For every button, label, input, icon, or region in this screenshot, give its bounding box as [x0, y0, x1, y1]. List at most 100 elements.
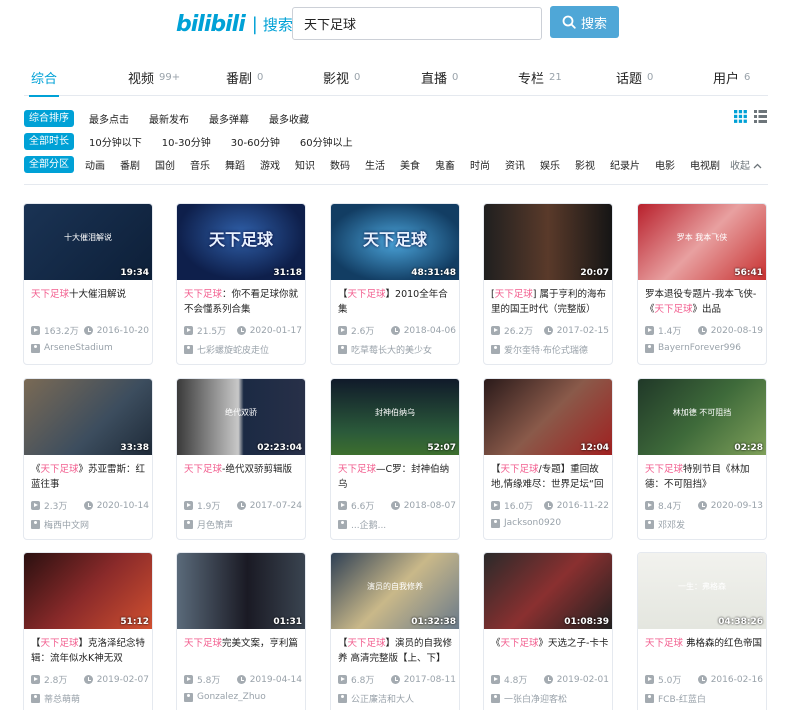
site-logo[interactable]: bilibili | 搜索: [176, 12, 293, 37]
video-thumbnail[interactable]: 一生：弗格森 04:38:26: [638, 553, 766, 629]
filter-duration-item[interactable]: 10分钟以下: [89, 134, 142, 149]
video-thumbnail[interactable]: 罗本 我本飞侠 56:41: [638, 204, 766, 280]
video-thumbnail[interactable]: 01:31: [177, 553, 305, 629]
search-input[interactable]: 天下足球: [292, 7, 542, 40]
video-title[interactable]: 天下足球—C罗：封神伯纳乌: [338, 462, 456, 492]
filter-zone-item[interactable]: 番剧: [120, 157, 140, 172]
video-thumbnail[interactable]: 01:08:39: [484, 553, 612, 629]
uploader[interactable]: Gonzalez_Zhuo: [184, 692, 302, 702]
filter-zone-item[interactable]: 游戏: [260, 157, 280, 172]
filter-duration-item[interactable]: 30-60分钟: [231, 134, 280, 149]
filter-zone-item[interactable]: 影视: [575, 157, 595, 172]
filter-zone-item[interactable]: 娱乐: [540, 157, 560, 172]
filter-zone-item[interactable]: 知识: [295, 157, 315, 172]
filter-zone-item[interactable]: 鬼畜: [435, 157, 455, 172]
video-card[interactable]: 罗本 我本飞侠 56:41 罗本退役专题片-我本飞侠-《天下足球》出品 1.4万 202…: [637, 203, 767, 365]
video-thumbnail[interactable]: 演员的自我修养 01:32:38: [331, 553, 459, 629]
filter-zone-item[interactable]: 舞蹈: [225, 157, 245, 172]
uploader[interactable]: 公正廉洁和大人: [338, 692, 456, 705]
filter-zone-item[interactable]: 纪录片: [610, 157, 640, 172]
filter-duration-item[interactable]: 10-30分钟: [162, 134, 211, 149]
tab-all[interactable]: 综合: [28, 58, 60, 97]
uploader[interactable]: 蒂总萌萌: [31, 692, 149, 705]
video-title[interactable]: 【天下足球/专题】重回故地,情缘难尽：世界足坛“回: [491, 462, 609, 492]
video-thumbnail[interactable]: 51:12: [24, 553, 152, 629]
filter-zone-item[interactable]: 电影: [655, 157, 675, 172]
uploader[interactable]: 七彩螺旋蛇皮走位: [184, 343, 302, 356]
search-button[interactable]: 搜索: [550, 6, 619, 38]
video-card[interactable]: 十大催泪解说 19:34 天下足球十大催泪解说 163.2万 2016-10-20 Ars…: [23, 203, 153, 365]
tab-live[interactable]: 直播 0: [421, 58, 458, 96]
video-title[interactable]: 天下足球 弗格森的红色帝国: [645, 636, 763, 666]
filter-zone-item[interactable]: 动画: [85, 157, 105, 172]
video-title[interactable]: 【天下足球】演员的自我修养 高清完整版【上、下】: [338, 636, 456, 666]
uploader[interactable]: 吃草莓长大的美少女: [338, 343, 456, 356]
uploader[interactable]: Jackson0920: [491, 518, 609, 528]
tab-article[interactable]: 专栏 21: [518, 58, 562, 96]
video-card[interactable]: 天下足球 48:31:48 【天下足球】2010全年合集 2.6万 2018-04-06…: [330, 203, 460, 365]
filter-zone-item[interactable]: 电视剧: [690, 157, 720, 172]
uploader[interactable]: 爱尔奎特·布伦式瑞德: [491, 343, 609, 356]
filter-zone-item[interactable]: 时尚: [470, 157, 490, 172]
filter-order-item[interactable]: 最多弹幕: [209, 111, 249, 126]
filter-zone-item[interactable]: 音乐: [190, 157, 210, 172]
video-card[interactable]: 12:04 【天下足球/专题】重回故地,情缘难尽：世界足坛“回 16.0万 2016-…: [483, 378, 613, 540]
video-thumbnail[interactable]: 天下足球 31:18: [177, 204, 305, 280]
tab-user[interactable]: 用户 6: [713, 58, 750, 96]
filter-order-item[interactable]: 最新发布: [149, 111, 189, 126]
filter-zone-item[interactable]: 资讯: [505, 157, 525, 172]
uploader[interactable]: 月色箫声: [184, 518, 302, 531]
filter-zone-item[interactable]: 数码: [330, 157, 350, 172]
video-title[interactable]: 【天下足球】克洛泽纪念特辑：流年似水K神无双: [31, 636, 149, 666]
tab-video[interactable]: 视频 99+: [128, 58, 180, 96]
video-title[interactable]: 【天下足球】2010全年合集: [338, 287, 456, 317]
video-card[interactable]: 01:31 天下足球完美文案，亨利篇 5.8万 2019-04-14 Gonzalez_…: [176, 552, 306, 710]
video-thumbnail[interactable]: 绝代双骄 02:23:04: [177, 379, 305, 455]
video-thumbnail[interactable]: 封神伯纳乌 52:07: [331, 379, 459, 455]
video-card[interactable]: 绝代双骄 02:23:04 天下足球-绝代双骄剪辑版 1.9万 2017-07-24 月色…: [176, 378, 306, 540]
tab-bangumi[interactable]: 番剧 0: [226, 58, 263, 96]
filter-order-selected[interactable]: 综合排序: [24, 109, 74, 127]
uploader[interactable]: 梅西中文网: [31, 518, 149, 531]
filter-zone-item[interactable]: 美食: [400, 157, 420, 172]
uploader[interactable]: FCB-红蓝白: [645, 692, 763, 705]
video-card[interactable]: 20:07 [天下足球] 属于亨利的海布里的国王时代（完整版） 26.2万 2017-…: [483, 203, 613, 365]
filter-duration-item[interactable]: 60分钟以上: [300, 134, 353, 149]
video-title[interactable]: 天下足球-绝代双骄剪辑版: [184, 462, 302, 492]
video-card[interactable]: 51:12 【天下足球】克洛泽纪念特辑：流年似水K神无双 2.8万 2019-02-0…: [23, 552, 153, 710]
tab-topic[interactable]: 话题 0: [616, 58, 653, 96]
video-card[interactable]: 一生：弗格森 04:38:26 天下足球 弗格森的红色帝国 5.0万 2016-02-1…: [637, 552, 767, 710]
video-thumbnail[interactable]: 12:04: [484, 379, 612, 455]
grid-view-icon[interactable]: [734, 110, 747, 123]
filter-zone-selected[interactable]: 全部分区: [24, 155, 74, 173]
video-card[interactable]: 01:08:39 《天下足球》天选之子-卡卡 4.8万 2019-02-01 一张白净迎…: [483, 552, 613, 710]
video-card[interactable]: 演员的自我修养 01:32:38 【天下足球】演员的自我修养 高清完整版【上、下】 6…: [330, 552, 460, 710]
video-title[interactable]: 天下足球完美文案，亨利篇: [184, 636, 302, 666]
video-title[interactable]: 《天下足球》天选之子-卡卡: [491, 636, 609, 666]
video-title[interactable]: 《天下足球》苏亚雷斯：红蓝往事: [31, 462, 149, 492]
filter-zone-item[interactable]: 国创: [155, 157, 175, 172]
video-card[interactable]: 封神伯纳乌 52:07 天下足球—C罗：封神伯纳乌 6.6万 2018-08-07...…: [330, 378, 460, 540]
video-thumbnail[interactable]: 33:38: [24, 379, 152, 455]
video-title[interactable]: [天下足球] 属于亨利的海布里的国王时代（完整版）: [491, 287, 609, 317]
video-title[interactable]: 天下足球十大催泪解说: [31, 287, 149, 317]
filter-order-item[interactable]: 最多点击: [89, 111, 129, 126]
uploader[interactable]: ...企鹅...: [338, 518, 456, 531]
video-thumbnail[interactable]: 林加德 不可阻挡 02:28: [638, 379, 766, 455]
uploader[interactable]: 一张白净迎客松: [491, 692, 609, 705]
uploader[interactable]: 邓邓发: [645, 518, 763, 531]
video-thumbnail[interactable]: 天下足球 48:31:48: [331, 204, 459, 280]
collapse-button[interactable]: 收起: [730, 157, 762, 172]
video-thumbnail[interactable]: 十大催泪解说 19:34: [24, 204, 152, 280]
video-title[interactable]: 天下足球：你不看足球你就不会懂系列合集: [184, 287, 302, 317]
uploader[interactable]: ArseneStadium: [31, 343, 149, 353]
video-title[interactable]: 天下足球特别节目《林加德：不可阻挡》: [645, 462, 763, 492]
list-view-icon[interactable]: [754, 110, 767, 123]
filter-duration-selected[interactable]: 全部时长: [24, 132, 74, 150]
video-card[interactable]: 林加德 不可阻挡 02:28 天下足球特别节目《林加德：不可阻挡》 8.4万 2020-…: [637, 378, 767, 540]
uploader[interactable]: BayernForever996: [645, 343, 763, 353]
video-card[interactable]: 33:38 《天下足球》苏亚雷斯：红蓝往事 2.3万 2020-10-14 梅西中文网: [23, 378, 153, 540]
video-card[interactable]: 天下足球 31:18 天下足球：你不看足球你就不会懂系列合集 21.5万 2020-01…: [176, 203, 306, 365]
filter-zone-item[interactable]: 生活: [365, 157, 385, 172]
tab-film[interactable]: 影视 0: [323, 58, 360, 96]
